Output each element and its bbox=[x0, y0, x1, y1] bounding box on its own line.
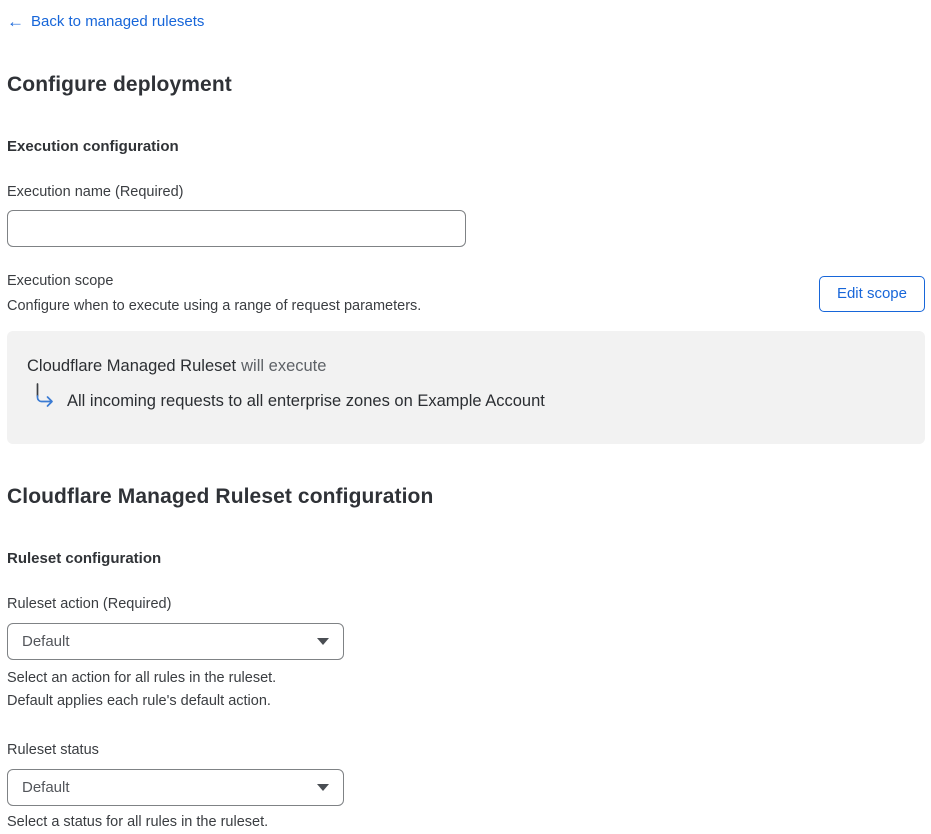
ruleset-action-help-line1: Select an action for all rules in the ru… bbox=[7, 670, 277, 686]
ruleset-status-help: Select a status for all rules in the rul… bbox=[7, 814, 269, 830]
back-link[interactable]: ← Back to managed rulesets bbox=[7, 12, 204, 32]
page-title: Configure deployment bbox=[7, 73, 232, 96]
execution-scope-row: Execution scope Configure when to execut… bbox=[7, 272, 925, 315]
scope-summary-text: All incoming requests to all enterprise … bbox=[67, 392, 545, 410]
scope-summary-heading: Cloudflare Managed Ruleset will execute bbox=[27, 356, 905, 377]
return-arrow-icon bbox=[36, 383, 53, 407]
execution-name-label: Execution name (Required) bbox=[7, 184, 184, 200]
ruleset-name-text: Cloudflare Managed Ruleset bbox=[27, 357, 237, 375]
ruleset-action-help: Select an action for all rules in the ru… bbox=[7, 667, 924, 713]
ruleset-status-value: Default bbox=[22, 779, 70, 796]
execution-scope-description: Configure when to execute using a range … bbox=[7, 298, 422, 314]
ruleset-configuration-title: Cloudflare Managed Ruleset configuration bbox=[7, 485, 434, 508]
back-arrow-icon: ← bbox=[7, 12, 24, 31]
ruleset-status-label: Ruleset status bbox=[7, 742, 99, 758]
ruleset-action-help-line2: Default applies each rule's default acti… bbox=[7, 693, 271, 709]
ruleset-action-label: Ruleset action (Required) bbox=[7, 596, 172, 612]
execution-scope-text-block: Execution scope Configure when to execut… bbox=[7, 272, 421, 315]
ruleset-action-select[interactable]: Default bbox=[7, 623, 344, 660]
execution-name-input[interactable] bbox=[7, 210, 466, 247]
ruleset-status-select[interactable]: Default bbox=[7, 769, 344, 806]
scope-summary-detail: All incoming requests to all enterprise … bbox=[27, 383, 905, 415]
execution-configuration-heading: Execution configuration bbox=[7, 138, 179, 155]
configure-deployment-page: ← Back to managed rulesets Configure dep… bbox=[0, 0, 931, 834]
ruleset-configuration-subheading: Ruleset configuration bbox=[7, 550, 162, 567]
scope-summary-panel: Cloudflare Managed Ruleset will execute A… bbox=[7, 331, 925, 444]
edit-scope-button[interactable]: Edit scope bbox=[818, 275, 925, 312]
ruleset-action-value: Default bbox=[22, 633, 70, 650]
back-link-label: Back to managed rulesets bbox=[31, 13, 205, 30]
chevron-down-icon bbox=[317, 784, 329, 791]
execution-scope-label: Execution scope bbox=[7, 273, 114, 289]
will-execute-text: will execute bbox=[241, 357, 327, 375]
chevron-down-icon bbox=[317, 638, 329, 645]
